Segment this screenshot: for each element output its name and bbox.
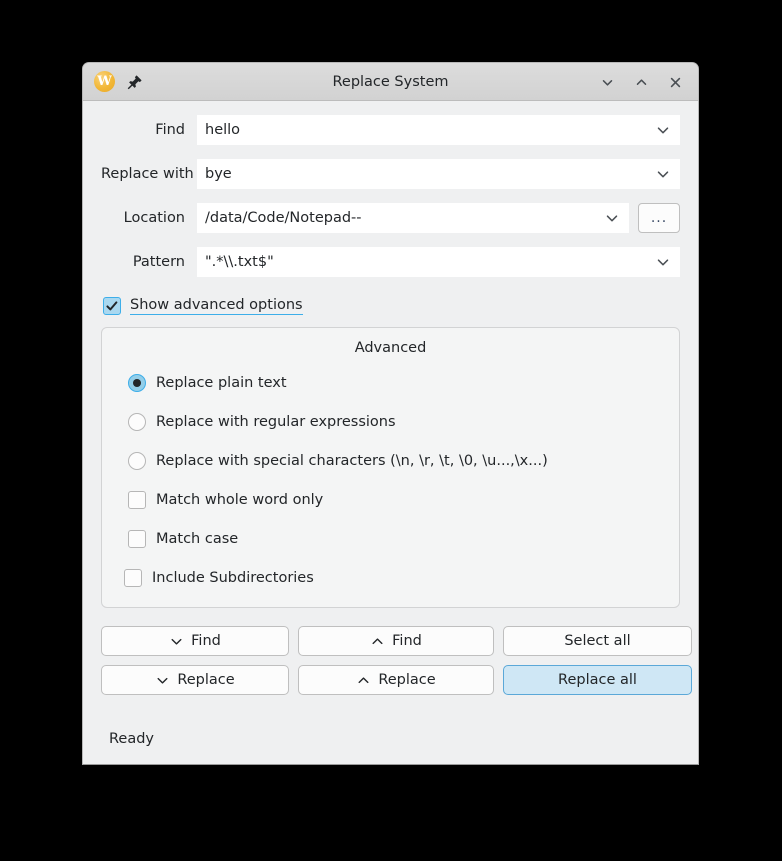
pattern-value: ".*\\.txt$"	[205, 254, 274, 270]
radio-replace-special-chars[interactable]: Replace with special characters (\n, \r,…	[102, 446, 548, 476]
find-row: Find hello	[101, 115, 680, 145]
screen: W Replace System Find hello Replace with…	[0, 0, 782, 861]
location-label: Location	[123, 210, 185, 226]
chevron-up-icon	[370, 634, 385, 649]
pattern-label: Pattern	[132, 254, 185, 270]
checkbox-icon	[128, 530, 146, 548]
checkbox-icon	[124, 569, 142, 587]
close-button[interactable]	[662, 69, 688, 95]
replace-previous-button[interactable]: Replace	[298, 665, 494, 695]
radio-icon	[128, 413, 146, 431]
find-value: hello	[205, 122, 241, 138]
chevron-down-icon[interactable]	[655, 247, 671, 277]
w-logo-icon: W	[94, 71, 115, 92]
radio-replace-regex[interactable]: Replace with regular expressions	[102, 407, 396, 437]
radio-label: Replace with special characters (\n, \r,…	[156, 453, 548, 469]
find-input[interactable]: hello	[197, 115, 680, 145]
find-next-button[interactable]: Find	[101, 626, 289, 656]
radio-label: Replace with regular expressions	[156, 414, 396, 430]
pattern-row: Pattern ".*\\.txt$"	[101, 247, 680, 277]
advanced-groupbox: Advanced Replace plain text Replace with…	[101, 327, 680, 608]
pattern-input[interactable]: ".*\\.txt$"	[197, 247, 680, 277]
checkbox-label: Match case	[156, 531, 239, 547]
titlebar-left: W	[83, 71, 143, 92]
chevron-down-icon[interactable]	[655, 115, 671, 145]
chevron-down-icon[interactable]	[655, 159, 671, 189]
location-row: Location /data/Code/Notepad-- ...	[101, 203, 680, 233]
minimize-button[interactable]	[594, 69, 620, 95]
find-label: Find	[155, 122, 185, 138]
radio-icon	[128, 374, 146, 392]
status-text: Ready	[109, 731, 155, 747]
checkmark-icon	[103, 297, 121, 315]
checkbox-match-whole-word[interactable]: Match whole word only	[102, 485, 323, 515]
advanced-groupbox-title: Advanced	[354, 340, 427, 356]
radio-replace-plain-text[interactable]: Replace plain text	[102, 368, 287, 398]
checkbox-icon	[128, 491, 146, 509]
select-all-button[interactable]: Select all	[503, 626, 692, 656]
dialog-body: Find hello Replace with bye Location /da…	[83, 101, 698, 764]
select-all-label: Select all	[564, 633, 631, 649]
search-form: Find hello Replace with bye Location /da…	[83, 101, 698, 277]
replace-all-label: Replace all	[558, 672, 637, 688]
chevron-down-icon	[169, 634, 184, 649]
find-previous-button[interactable]: Find	[298, 626, 494, 656]
titlebar[interactable]: W Replace System	[83, 63, 698, 101]
radio-label: Replace plain text	[156, 375, 287, 391]
action-buttons: Find Find Select all Replace Replace Rep…	[83, 608, 698, 695]
show-advanced-options-label: Show advanced options	[130, 297, 303, 315]
checkbox-label: Include Subdirectories	[152, 570, 314, 586]
checkbox-label: Match whole word only	[156, 492, 324, 508]
show-advanced-options-checkbox[interactable]: Show advanced options	[83, 291, 303, 315]
maximize-button[interactable]	[628, 69, 654, 95]
chevron-down-icon	[155, 673, 170, 688]
chevron-up-icon	[356, 673, 371, 688]
replace-with-value: bye	[205, 166, 232, 182]
replace-next-label: Replace	[177, 672, 235, 688]
pin-icon[interactable]	[127, 74, 143, 90]
chevron-down-icon[interactable]	[604, 203, 620, 233]
browse-button-label: ...	[650, 209, 668, 226]
status-bar: Ready	[83, 713, 698, 764]
window-controls	[594, 63, 688, 101]
replace-next-button[interactable]: Replace	[101, 665, 289, 695]
location-input[interactable]: /data/Code/Notepad--	[197, 203, 629, 233]
find-previous-label: Find	[392, 633, 422, 649]
replace-system-window: W Replace System Find hello Replace with…	[82, 62, 699, 765]
replace-previous-label: Replace	[378, 672, 436, 688]
replace-all-button[interactable]: Replace all	[503, 665, 692, 695]
location-value: /data/Code/Notepad--	[205, 210, 362, 226]
checkbox-include-subdirectories[interactable]: Include Subdirectories	[102, 563, 314, 593]
replace-with-row: Replace with bye	[101, 159, 680, 189]
replace-with-input[interactable]: bye	[197, 159, 680, 189]
checkbox-match-case[interactable]: Match case	[102, 524, 238, 554]
replace-with-label: Replace with	[101, 166, 194, 182]
radio-icon	[128, 452, 146, 470]
browse-button[interactable]: ...	[638, 203, 680, 233]
find-next-label: Find	[191, 633, 221, 649]
